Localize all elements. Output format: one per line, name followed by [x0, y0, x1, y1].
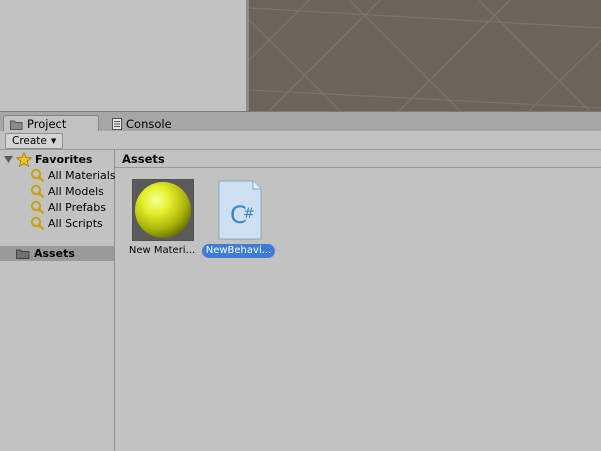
- favorites-row[interactable]: Favorites: [4, 151, 92, 167]
- favorite-item-label: All Materials: [48, 168, 116, 182]
- expand-triangle-icon[interactable]: [4, 155, 13, 164]
- favorite-item-label: All Prefabs: [48, 200, 106, 214]
- breadcrumb-label[interactable]: Assets: [122, 152, 165, 166]
- favorite-item-all-prefabs[interactable]: All Prefabs: [30, 199, 106, 215]
- favorite-item-label: All Scripts: [48, 216, 103, 230]
- project-tree: Favorites All Materials All Models All P…: [0, 150, 116, 451]
- tab-label: Console: [126, 116, 172, 131]
- favorite-item-all-scripts[interactable]: All Scripts: [30, 215, 103, 231]
- folder-icon: [10, 120, 23, 130]
- search-icon: [30, 168, 45, 182]
- project-toolbar: Create ▼: [0, 131, 601, 150]
- asset-label: NewBehavi...: [202, 244, 275, 258]
- search-icon: [30, 200, 45, 214]
- breadcrumb: Assets: [115, 150, 601, 168]
- asset-tile-material[interactable]: New Materi...: [124, 178, 200, 261]
- asset-browser: Assets New Materi... C # NewBehavi...: [115, 150, 601, 451]
- tab-bar: Project Console: [0, 111, 601, 132]
- hierarchy-panel: [0, 0, 246, 111]
- create-label: Create: [12, 135, 47, 147]
- favorite-item-label: All Models: [48, 184, 104, 198]
- tree-item-label: Assets: [34, 247, 75, 260]
- favorite-item-all-materials[interactable]: All Materials: [30, 167, 116, 183]
- tree-item-assets[interactable]: Assets: [0, 246, 114, 261]
- search-icon: [30, 184, 45, 198]
- scene-view[interactable]: [249, 0, 601, 111]
- tab-label: Project: [27, 117, 67, 131]
- folder-icon: [16, 249, 30, 259]
- chevron-down-icon: ▼: [50, 137, 57, 145]
- star-icon: [16, 151, 32, 167]
- scene-grid: [249, 0, 601, 111]
- material-sphere-icon: [131, 178, 195, 242]
- console-icon: [112, 117, 122, 130]
- create-button[interactable]: Create ▼: [5, 133, 64, 149]
- asset-label: New Materi...: [128, 245, 196, 256]
- svg-text:#: #: [243, 206, 255, 222]
- tab-console[interactable]: Console: [106, 115, 196, 132]
- asset-tile-script[interactable]: C # NewBehavi...: [201, 179, 277, 261]
- tab-project[interactable]: Project: [3, 115, 99, 132]
- search-icon: [30, 216, 45, 230]
- favorite-item-all-models[interactable]: All Models: [30, 183, 104, 199]
- favorites-label: Favorites: [35, 152, 93, 166]
- csharp-script-icon: C #: [209, 179, 271, 241]
